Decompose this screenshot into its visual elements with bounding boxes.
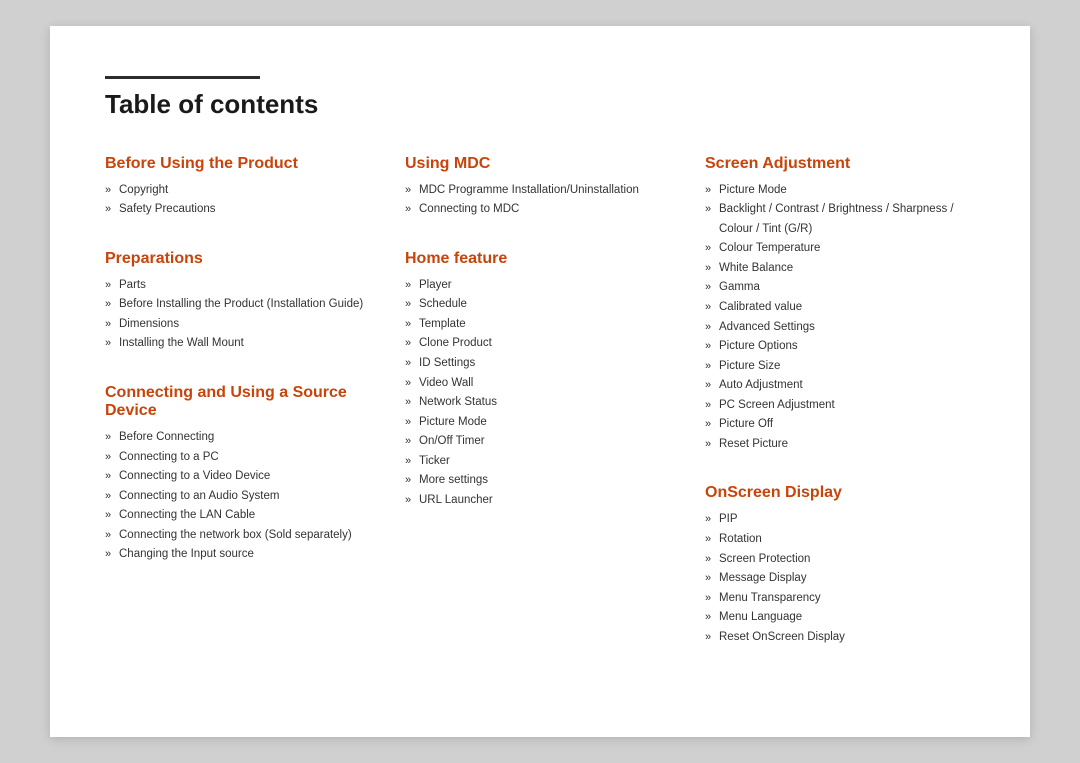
- section-items-home-feature: PlayerScheduleTemplateClone ProductID Se…: [405, 276, 675, 511]
- list-item: Connecting the LAN Cable: [105, 506, 375, 526]
- list-item: Calibrated value: [705, 298, 975, 318]
- list-item: Before Installing the Product (Installat…: [105, 295, 375, 315]
- list-item: Connecting to a Video Device: [105, 467, 375, 487]
- section-items-preparations: PartsBefore Installing the Product (Inst…: [105, 276, 375, 354]
- list-item: Gamma: [705, 278, 975, 298]
- section-title-onscreen-display: OnScreen Display: [705, 484, 975, 502]
- list-item: MDC Programme Installation/Uninstallatio…: [405, 181, 675, 201]
- column-0: Before Using the Product CopyrightSafety …: [105, 155, 375, 677]
- list-item: Installing the Wall Mount: [105, 334, 375, 354]
- column-1: Using MDC MDC Programme Installation/Unin…: [405, 155, 675, 677]
- list-item: Player: [405, 276, 675, 296]
- list-item: PIP: [705, 510, 975, 530]
- section-home-feature: Home feature PlayerScheduleTemplateClone …: [405, 250, 675, 511]
- list-item: Advanced Settings: [705, 318, 975, 338]
- list-item: Connecting to a PC: [105, 448, 375, 468]
- list-item: Video Wall: [405, 374, 675, 394]
- list-item: Picture Options: [705, 337, 975, 357]
- list-item: Connecting to an Audio System: [105, 487, 375, 507]
- list-item: White Balance: [705, 259, 975, 279]
- list-item: Connecting to MDC: [405, 200, 675, 220]
- list-item: On/Off Timer: [405, 432, 675, 452]
- section-items-connecting: Before ConnectingConnecting to a PCConne…: [105, 428, 375, 565]
- section-connecting: Connecting and Using a Source Device Befo…: [105, 384, 375, 565]
- section-title-before-using: Before Using the Product: [105, 155, 375, 173]
- section-title-connecting: Connecting and Using a Source Device: [105, 384, 375, 420]
- list-item: Backlight / Contrast / Brightness / Shar…: [705, 200, 975, 239]
- list-item: Ticker: [405, 452, 675, 472]
- list-item: Colour Temperature: [705, 239, 975, 259]
- list-item: Picture Off: [705, 415, 975, 435]
- list-item: Auto Adjustment: [705, 376, 975, 396]
- list-item: Template: [405, 315, 675, 335]
- list-item: URL Launcher: [405, 491, 675, 511]
- toc-header: Table of contents: [105, 76, 975, 120]
- list-item: Message Display: [705, 569, 975, 589]
- page-title: Table of contents: [105, 89, 975, 120]
- list-item: Menu Transparency: [705, 589, 975, 609]
- list-item: Safety Precautions: [105, 200, 375, 220]
- list-item: Connecting the network box (Sold separat…: [105, 526, 375, 546]
- section-title-using-mdc: Using MDC: [405, 155, 675, 173]
- list-item: Reset OnScreen Display: [705, 628, 975, 648]
- section-preparations: Preparations PartsBefore Installing the P…: [105, 250, 375, 354]
- list-item: Reset Picture: [705, 435, 975, 455]
- section-onscreen-display: OnScreen Display PIPRotationScreen Protec…: [705, 484, 975, 647]
- section-title-screen-adjustment: Screen Adjustment: [705, 155, 975, 173]
- section-title-preparations: Preparations: [105, 250, 375, 268]
- page: Table of contents Before Using the Produ…: [50, 26, 1030, 737]
- list-item: ID Settings: [405, 354, 675, 374]
- toc-grid: Before Using the Product CopyrightSafety …: [105, 155, 975, 677]
- section-items-using-mdc: MDC Programme Installation/Uninstallatio…: [405, 181, 675, 220]
- list-item: Dimensions: [105, 315, 375, 335]
- list-item: Before Connecting: [105, 428, 375, 448]
- list-item: Screen Protection: [705, 550, 975, 570]
- list-item: PC Screen Adjustment: [705, 396, 975, 416]
- list-item: Schedule: [405, 295, 675, 315]
- list-item: Picture Mode: [405, 413, 675, 433]
- list-item: Copyright: [105, 181, 375, 201]
- section-items-before-using: CopyrightSafety Precautions: [105, 181, 375, 220]
- list-item: Parts: [105, 276, 375, 296]
- section-items-screen-adjustment: Picture ModeBacklight / Contrast / Brigh…: [705, 181, 975, 455]
- section-using-mdc: Using MDC MDC Programme Installation/Unin…: [405, 155, 675, 220]
- section-items-onscreen-display: PIPRotationScreen ProtectionMessage Disp…: [705, 510, 975, 647]
- list-item: Changing the Input source: [105, 545, 375, 565]
- list-item: Picture Size: [705, 357, 975, 377]
- list-item: Rotation: [705, 530, 975, 550]
- header-rule: [105, 76, 260, 79]
- list-item: Clone Product: [405, 334, 675, 354]
- section-title-home-feature: Home feature: [405, 250, 675, 268]
- list-item: Picture Mode: [705, 181, 975, 201]
- list-item: More settings: [405, 471, 675, 491]
- list-item: Menu Language: [705, 608, 975, 628]
- list-item: Network Status: [405, 393, 675, 413]
- section-screen-adjustment: Screen Adjustment Picture ModeBacklight /…: [705, 155, 975, 455]
- section-before-using: Before Using the Product CopyrightSafety …: [105, 155, 375, 220]
- column-2: Screen Adjustment Picture ModeBacklight /…: [705, 155, 975, 677]
